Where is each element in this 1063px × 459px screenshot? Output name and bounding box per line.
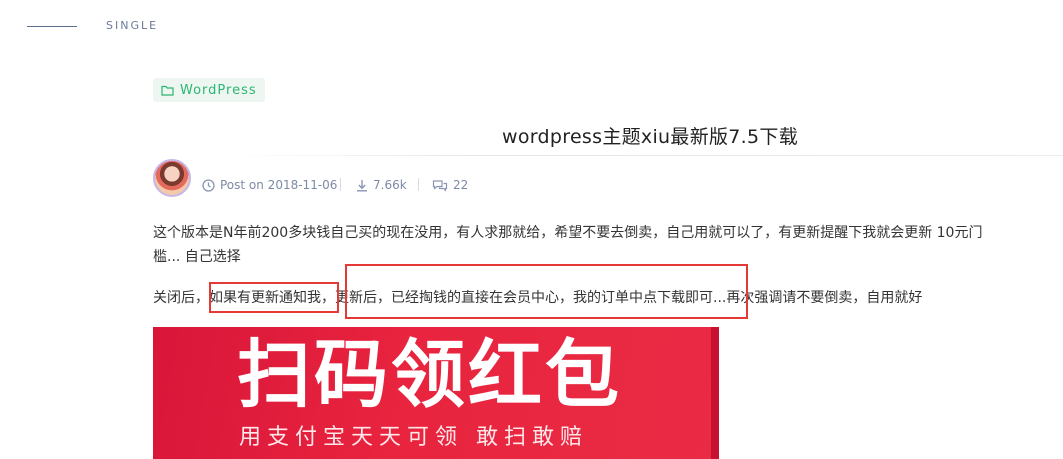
author-avatar[interactable] [153,159,191,197]
post-paragraph: 这个版本是N年前200多块钱自己买的现在没用，有人求那就给，希望不要去倒卖，自己… [153,225,983,265]
post-paragraph: 关闭后，如果有更新通知我，更新后，已经掏钱的直接在会员中心，我的订单中点下载即可… [153,290,923,306]
clock-icon [202,178,215,192]
post-comments[interactable]: 22 [432,178,468,192]
banner-subline: 用支付宝天天可领 敢扫敢赔 [239,425,588,450]
meta-separator [340,178,341,191]
post-title: wordpress主题xiu最新版7.5下载 [501,126,799,148]
post-comments-text: 22 [453,178,469,192]
title-divider [228,155,1063,156]
post-views: 7.66k [356,178,407,192]
post-date-text: Post on 2018-11-06 [220,178,338,192]
post-date: Post on 2018-11-06 [202,178,337,192]
post-page: SINGLE WordPress wordpress主题xiu最新版7.5下载 … [0,0,1063,459]
section-divider [27,26,77,27]
comments-icon [432,179,448,192]
meta-separator [418,178,419,191]
folder-icon [161,85,174,96]
red-packet-banner[interactable]: 扫码领红包 用支付宝天天可领 敢扫敢赔 [153,327,719,459]
section-label: SINGLE [106,19,159,32]
banner-headline: 扫码领红包 [237,332,622,418]
download-icon [356,179,368,192]
category-label: WordPress [180,82,257,98]
category-tag[interactable]: WordPress [153,78,265,102]
post-views-text: 7.66k [373,178,407,192]
